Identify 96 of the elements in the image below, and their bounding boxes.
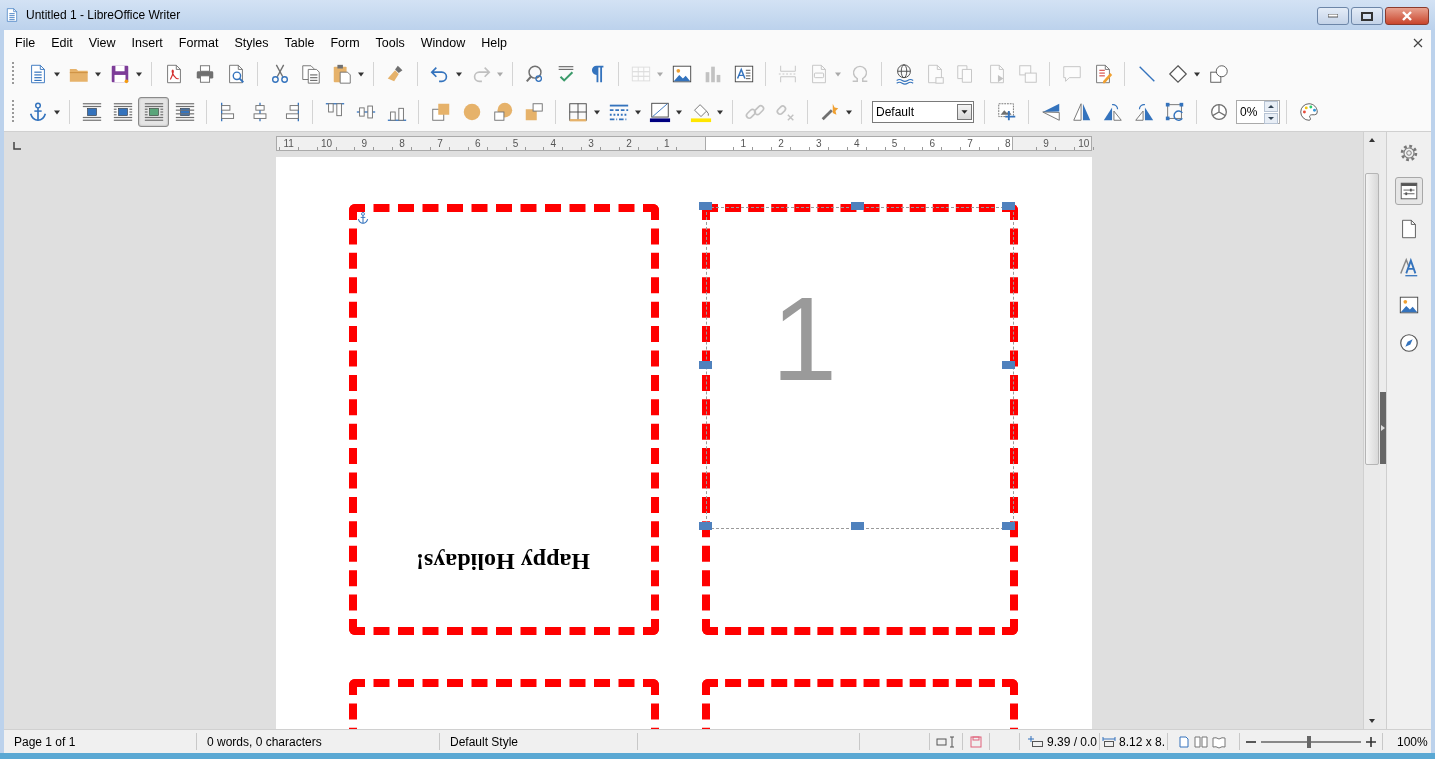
vertical-scrollbar[interactable]: [1363, 132, 1380, 729]
settings-icon: [1398, 142, 1420, 164]
caret-icon[interactable]: [455, 70, 463, 78]
image-icon: [670, 63, 693, 85]
rotate-icon: [1101, 101, 1124, 123]
menu-item[interactable]: Form: [324, 33, 366, 52]
compass-icon: [1398, 332, 1420, 354]
borders-icon: [566, 101, 589, 123]
rotate-frame-icon: [1163, 101, 1186, 123]
table-icon: [629, 63, 652, 85]
window-title: Untitled 1 - LibreOffice Writer: [26, 8, 181, 22]
zoom-percent[interactable]: 100%: [1387, 734, 1428, 749]
menu-item[interactable]: Table: [278, 33, 321, 52]
page-layout-icon[interactable]: [1194, 734, 1208, 749]
menu-item[interactable]: Tools: [369, 33, 411, 52]
circle-square-icon: [491, 101, 514, 123]
caret-icon[interactable]: [53, 108, 61, 116]
overlapping-squares-icon: [429, 101, 452, 123]
menu-item[interactable]: Help: [475, 33, 513, 52]
crop-icon: [995, 101, 1018, 123]
resize-handle[interactable]: [1001, 522, 1015, 530]
page-break-icon: [776, 63, 799, 85]
cross-reference-icon: [1016, 63, 1039, 85]
text-wrap-icon: [142, 101, 165, 123]
caret-icon[interactable]: [845, 108, 853, 116]
menu-item[interactable]: Window: [414, 33, 472, 52]
menu-item[interactable]: Format: [172, 33, 225, 52]
caret-icon[interactable]: [357, 70, 365, 78]
page-style: Default Style: [449, 734, 519, 749]
flip-icon: [1070, 101, 1093, 123]
diamond-icon: [1166, 63, 1189, 85]
page-layout-icon[interactable]: [1176, 734, 1190, 749]
resize-handle[interactable]: [850, 202, 864, 210]
style-dropdown[interactable]: Default: [872, 101, 974, 123]
page-count: Page 1 of 1: [13, 734, 76, 749]
caret-icon[interactable]: [675, 108, 683, 116]
caret-icon: [957, 104, 972, 120]
caret-icon[interactable]: [593, 108, 601, 116]
menu-item[interactable]: View: [82, 33, 122, 52]
wrap-optimal-button[interactable]: [138, 97, 169, 127]
tab-stop-icon[interactable]: [13, 142, 21, 150]
resize-handle[interactable]: [698, 361, 712, 369]
minimize-icon: [1328, 14, 1338, 18]
palette-icon: [1297, 101, 1320, 123]
object-size: 8.12 x 8.: [1119, 734, 1166, 749]
position-icon: [1028, 735, 1044, 748]
image-icon: [1398, 294, 1420, 316]
menu-item[interactable]: Edit: [45, 33, 79, 52]
caret-icon[interactable]: [634, 108, 642, 116]
caret-icon[interactable]: [716, 108, 724, 116]
menu-item[interactable]: File: [9, 33, 42, 52]
document-icon: [4, 7, 20, 23]
resize-handle[interactable]: [698, 202, 712, 210]
text-wrap-icon: [80, 101, 103, 123]
paint-bucket-icon: [689, 101, 712, 123]
text-wrap-icon: [111, 101, 134, 123]
caret-icon[interactable]: [94, 70, 102, 78]
caret-icon[interactable]: [135, 70, 143, 78]
rotate-icon: [1132, 101, 1155, 123]
caret-icon[interactable]: [53, 70, 61, 78]
caret-icon[interactable]: [1193, 70, 1201, 78]
resize-handle[interactable]: [850, 522, 864, 530]
close-button[interactable]: [1385, 7, 1429, 25]
restore-icon: [1361, 11, 1373, 21]
flip-icon: [1039, 101, 1062, 123]
maximize-button[interactable]: [1351, 7, 1383, 25]
font-styles-icon: [1398, 256, 1420, 278]
sidebar-tab[interactable]: [1395, 177, 1423, 205]
chevron-icon: [1380, 424, 1386, 432]
resize-handle[interactable]: [1001, 361, 1015, 369]
zoom-in-icon[interactable]: [1366, 736, 1376, 747]
insert-mode-icon[interactable]: [936, 735, 956, 748]
transparency-spinbox[interactable]: 0%: [1236, 100, 1280, 124]
sidebar-collapse-handle[interactable]: [1380, 392, 1386, 464]
text-wrap-icon: [173, 101, 196, 123]
menu-item[interactable]: Styles: [228, 33, 275, 52]
word-count: 0 words, 0 characters: [206, 734, 322, 749]
card-number: 1: [771, 280, 838, 398]
close-icon: [1401, 11, 1413, 21]
greeting-text: Happy Holidays!: [416, 548, 591, 575]
resize-handle[interactable]: [698, 522, 712, 530]
shapes-icon: [1207, 63, 1230, 85]
copy-icon: [299, 63, 322, 85]
zoom-slider[interactable]: [1261, 736, 1361, 747]
menu-item[interactable]: Insert: [125, 33, 169, 52]
cursor-position: 9.39 / 0.0: [1047, 734, 1098, 749]
scrollbar-thumb[interactable]: [1365, 173, 1379, 465]
text-frame-icon: [732, 63, 755, 85]
close-icon[interactable]: [1413, 37, 1423, 48]
anchor-icon: [355, 210, 370, 226]
resize-handle[interactable]: [1001, 202, 1015, 210]
size-icon: [1102, 735, 1116, 748]
page-layout-icon[interactable]: [1212, 734, 1226, 749]
properties-icon: [1398, 180, 1420, 202]
border-color-icon: [648, 101, 671, 123]
speech-bubble-icon: [1060, 63, 1083, 85]
